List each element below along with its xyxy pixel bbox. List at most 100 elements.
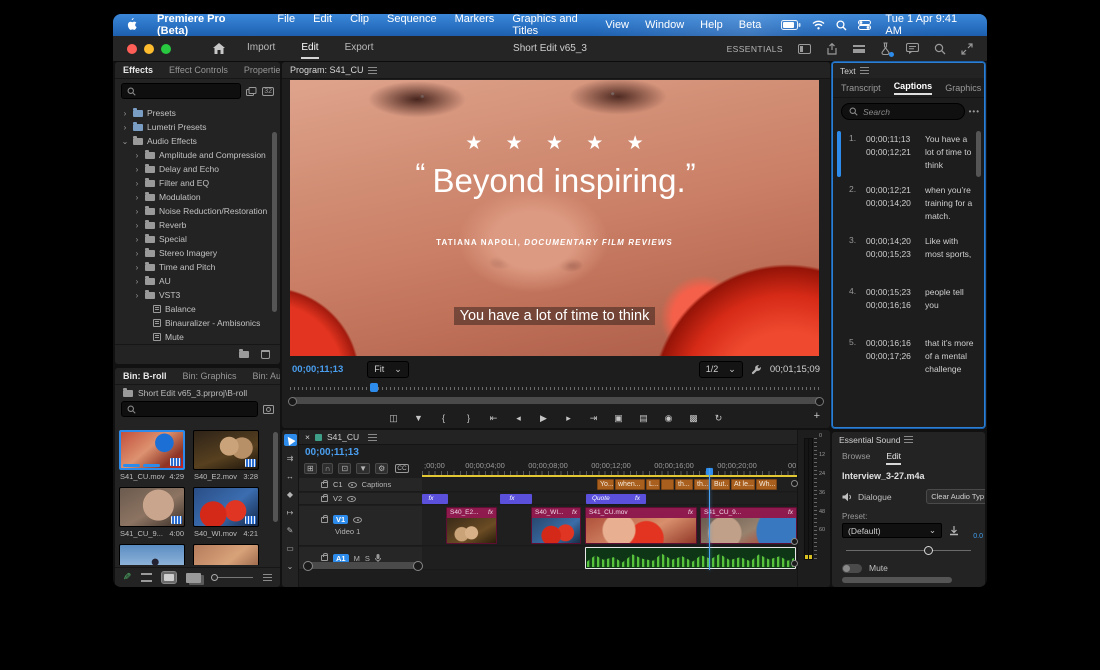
transport-button[interactable]: ⇥: [588, 413, 600, 424]
timeline-tool-button[interactable]: ↔: [284, 470, 297, 482]
timeline-tool-button[interactable]: ✎: [284, 524, 297, 536]
captions-lane[interactable]: Yo... when... L... th... th... But... At le...…: [422, 478, 797, 491]
close-window-button[interactable]: [127, 43, 137, 54]
effects-tree-item[interactable]: Balance: [115, 302, 280, 316]
control-center-icon[interactable]: [858, 20, 872, 30]
effects-tree-item[interactable]: ⌄ Audio Effects: [115, 134, 280, 148]
a1-lane[interactable]: [422, 547, 797, 569]
effects-tree-item[interactable]: › Filter and EQ: [115, 176, 280, 190]
effects-tree-item[interactable]: › Stereo Imagery: [115, 246, 280, 260]
32bit-effects-icon[interactable]: 32: [262, 86, 274, 96]
thumbnail-size-slider[interactable]: [211, 574, 253, 581]
timeline-timecode[interactable]: 00;00;11;13: [305, 447, 359, 458]
clip-thumbnail[interactable]: [119, 544, 185, 565]
slider-knob[interactable]: [211, 574, 219, 581]
bin-tab[interactable]: Bin: Au: [245, 369, 280, 383]
v2-lane[interactable]: fx fx Quote fx: [422, 493, 797, 504]
battery-icon[interactable]: [781, 20, 801, 30]
effects-tree-item[interactable]: › Modulation: [115, 190, 280, 204]
caption-text[interactable]: when you’re training for a match.: [925, 184, 974, 223]
bin-clip[interactable]: [119, 544, 185, 565]
captions-feedback-icon[interactable]: [906, 43, 919, 54]
mode-tab[interactable]: Edit: [301, 38, 319, 59]
transport-button[interactable]: ▤: [638, 413, 650, 424]
caption-clip[interactable]: Wh...: [756, 479, 777, 490]
chevron-icon[interactable]: ›: [133, 193, 141, 202]
caption-row[interactable]: 4. 00;00;15;23 00;00;16;16 people tell yo…: [833, 280, 984, 331]
track-name[interactable]: Video 1: [321, 527, 422, 536]
zoom-window-button[interactable]: [161, 43, 171, 54]
transport-button[interactable]: ▩: [688, 413, 700, 424]
caption-timecodes[interactable]: 00;00;16;16 00;00;17;26: [866, 337, 918, 376]
clip-thumbnail[interactable]: [119, 430, 185, 470]
filter-bin-icon[interactable]: [263, 404, 274, 414]
chevron-icon[interactable]: ›: [121, 123, 129, 132]
audio-type-label[interactable]: Dialogue: [858, 492, 892, 502]
graphic-clip[interactable]: fx: [422, 494, 448, 504]
bin-clip[interactable]: [193, 544, 259, 565]
lock-icon[interactable]: [321, 479, 328, 488]
timeline-tool-button[interactable]: ⇉: [284, 452, 297, 464]
caption-clip[interactable]: th...: [694, 479, 710, 490]
track-visibility-icon[interactable]: [347, 481, 357, 488]
transport-button[interactable]: ▶: [538, 413, 550, 424]
timeline-toolbar-button[interactable]: ⊞: [304, 463, 317, 474]
caption-timecodes[interactable]: 00;00;15;23 00;00;16;16: [866, 286, 918, 325]
timeline-tool-button[interactable]: ▭: [284, 542, 297, 554]
video-clip[interactable]: S40_WI... fx: [531, 507, 581, 544]
menubar-item[interactable]: Help: [700, 19, 723, 31]
caption-clip[interactable]: th...: [675, 479, 693, 490]
effects-tree-item[interactable]: › AU: [115, 274, 280, 288]
clear-audio-type-button[interactable]: Clear Audio Typ: [926, 489, 985, 504]
graphic-clip[interactable]: fx: [500, 494, 532, 504]
captions-scrollbar[interactable]: [976, 131, 981, 177]
caption-clip[interactable]: But...: [711, 479, 730, 490]
caption-clip[interactable]: Yo...: [597, 479, 614, 490]
timeline-tool-button[interactable]: ◆: [284, 488, 297, 500]
track-badge[interactable]: V1: [333, 515, 349, 524]
caption-row[interactable]: 1. 00;00;11;13 00;00;12;21 You have a lot…: [833, 127, 984, 178]
menubar-item[interactable]: Markers: [455, 14, 495, 37]
bin-scrollbar[interactable]: [273, 432, 278, 522]
transport-button[interactable]: ↻: [713, 413, 725, 424]
timeline-toolbar-button[interactable]: ⊡: [338, 463, 352, 474]
graphic-clip[interactable]: Quote fx: [586, 494, 646, 504]
chevron-icon[interactable]: ⌄: [121, 137, 129, 146]
text-panel-tab[interactable]: Transcript: [841, 83, 881, 93]
bin-tab[interactable]: Bin: Graphics: [175, 369, 245, 383]
menubar-item[interactable]: Clip: [350, 14, 369, 37]
chevron-icon[interactable]: ›: [133, 179, 141, 188]
accelerated-effects-icon[interactable]: [246, 86, 257, 96]
delete-icon[interactable]: [261, 350, 270, 359]
fullscreen-icon[interactable]: [961, 42, 973, 55]
track-visibility-icon[interactable]: [353, 516, 363, 523]
lock-icon[interactable]: [321, 553, 328, 561]
clip-thumbnail[interactable]: [193, 487, 259, 527]
effects-tree-item[interactable]: Binauralizer - Ambisonics: [115, 316, 280, 330]
effects-tree-item[interactable]: › Lumetri Presets: [115, 120, 280, 134]
track-name[interactable]: Captions: [362, 480, 392, 489]
edit-pencil-icon[interactable]: ✎: [123, 572, 131, 583]
effects-tree-item[interactable]: Mute: [115, 330, 280, 344]
effects-tree-item[interactable]: › Special: [115, 232, 280, 246]
track-badge[interactable]: V2: [333, 494, 342, 503]
timeline-tool-button[interactable]: ⌄: [284, 560, 297, 572]
timeline-toolbar-button[interactable]: ∩: [321, 463, 334, 474]
transport-button[interactable]: }: [463, 413, 475, 423]
caption-clip[interactable]: L...: [646, 479, 660, 490]
caption-row[interactable]: 2. 00;00;12;21 00;00;14;20 when you’re tr…: [833, 178, 984, 229]
caption-timecodes[interactable]: 00;00;12;21 00;00;14;20: [866, 184, 918, 223]
effects-tree-item[interactable]: › VST3: [115, 288, 280, 302]
chevron-icon[interactable]: ›: [133, 207, 141, 216]
program-video-frame[interactable]: ★ ★ ★ ★ ★ “ Beyond inspiring.” TATIANA N…: [290, 80, 819, 356]
effects-scrollbar[interactable]: [272, 132, 277, 312]
timeline-vertical-scroll-knob[interactable]: [791, 538, 798, 545]
video-clip[interactable]: S40_E2... fx: [446, 507, 497, 544]
caption-timecodes[interactable]: 00;00;11;13 00;00;12;21: [866, 133, 918, 172]
timeline-toolbar-button[interactable]: ⚙: [375, 463, 389, 474]
lock-icon[interactable]: [321, 493, 328, 502]
caption-text[interactable]: people tell you: [925, 286, 974, 325]
text-panel-tab[interactable]: Captions: [893, 81, 933, 95]
program-timecode[interactable]: 00;00;11;13: [292, 364, 343, 375]
more-options-icon[interactable]: •••: [969, 107, 980, 116]
